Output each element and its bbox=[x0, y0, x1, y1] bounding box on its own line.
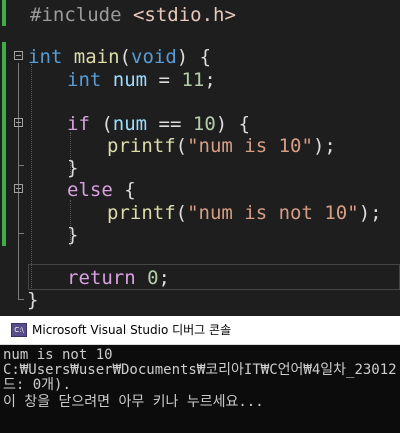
code-token: main bbox=[73, 46, 120, 68]
collapse-icon[interactable] bbox=[14, 118, 23, 127]
code-token: ( bbox=[89, 113, 113, 135]
code-token: ) { bbox=[215, 113, 251, 135]
code-line-text: } bbox=[27, 287, 38, 313]
code-token: "num is not 10" bbox=[187, 202, 359, 224]
code-line[interactable]: #include <stdio.h> bbox=[0, 2, 400, 28]
code-token: #include bbox=[30, 4, 133, 26]
code-token: int bbox=[28, 46, 63, 68]
code-token: ) { bbox=[176, 46, 212, 68]
code-line[interactable]: int num = 11; bbox=[0, 67, 400, 93]
collapse-icon[interactable] bbox=[14, 184, 23, 193]
code-token: ; bbox=[158, 267, 170, 289]
code-token: } bbox=[27, 289, 39, 311]
console-output-line: num is not 10 bbox=[3, 347, 113, 363]
code-token: ( bbox=[175, 135, 188, 157]
console-output-line: C:₩Users₩user₩Documents₩코리아IT₩C언어₩4일차_23… bbox=[3, 362, 397, 378]
code-token: num bbox=[112, 113, 148, 135]
code-token: void bbox=[131, 46, 177, 68]
code-token: ); bbox=[358, 202, 382, 224]
code-token: } bbox=[67, 224, 79, 246]
code-token: printf bbox=[107, 202, 176, 224]
code-token: { bbox=[112, 179, 136, 201]
code-token: 10 bbox=[192, 113, 216, 135]
code-token: ( bbox=[119, 46, 131, 68]
code-token: if bbox=[67, 113, 90, 135]
code-token: ; bbox=[204, 69, 216, 91]
code-token: int bbox=[67, 69, 102, 91]
debug-console-window[interactable]: C:\ Microsoft Visual Studio 디버그 콘솔 num i… bbox=[0, 316, 400, 433]
code-token: ); bbox=[312, 135, 336, 157]
code-token: else bbox=[67, 179, 113, 201]
code-token: printf bbox=[107, 135, 176, 157]
code-line-text: int num = 11; bbox=[67, 67, 216, 93]
code-editor[interactable]: #include <stdio.h> int main(void) { int … bbox=[0, 0, 400, 316]
code-line-text: #include <stdio.h> bbox=[30, 2, 236, 28]
code-token: num bbox=[112, 69, 148, 91]
code-token: <stdio.h> bbox=[132, 4, 236, 26]
code-line[interactable]: } bbox=[0, 287, 400, 313]
code-token: return bbox=[67, 267, 136, 289]
code-token: 11 bbox=[181, 69, 205, 91]
code-token: } bbox=[67, 157, 79, 179]
console-titlebar[interactable]: C:\ Microsoft Visual Studio 디버그 콘솔 bbox=[0, 316, 400, 345]
collapse-icon[interactable] bbox=[14, 51, 23, 60]
code-token: ( bbox=[175, 202, 188, 224]
visual-studio-console-icon: C:\ bbox=[11, 323, 27, 337]
console-output-line: 드: 0개). bbox=[3, 377, 71, 393]
code-token: 0 bbox=[147, 267, 159, 289]
code-token: == bbox=[147, 113, 193, 135]
console-output-line: 이 창을 닫으려면 아무 키나 누르세요... bbox=[3, 394, 264, 410]
code-token: "num is 10" bbox=[187, 135, 313, 157]
code-line[interactable]: } bbox=[0, 222, 400, 248]
console-title: Microsoft Visual Studio 디버그 콘솔 bbox=[32, 323, 232, 337]
code-token: = bbox=[147, 69, 182, 91]
code-line-text: } bbox=[67, 222, 78, 248]
